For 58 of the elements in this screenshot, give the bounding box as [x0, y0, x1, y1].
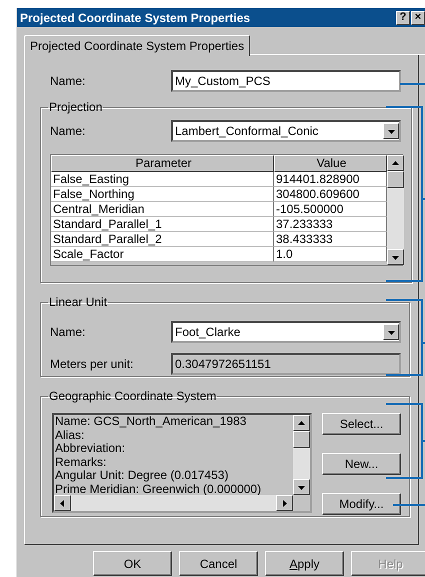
info-text: Abbreviation:	[55, 442, 126, 456]
button[interactable]: Select...	[322, 413, 401, 435]
info-text: Angular Unit: Degree (0.017453)	[55, 469, 230, 482]
leader-line	[393, 504, 425, 506]
group-title: Projection	[48, 100, 104, 114]
column-header[interactable]: Value	[274, 155, 387, 172]
down-arrow-icon	[392, 254, 399, 260]
scroll-left-button[interactable]	[54, 495, 71, 511]
scroll-down-button[interactable]	[387, 249, 404, 265]
button[interactable]: OK	[93, 551, 172, 576]
scroll-up-button[interactable]	[387, 155, 404, 171]
up-arrow-icon	[392, 160, 399, 166]
scrollbar[interactable]	[54, 495, 293, 511]
table-cell: Standard_Parallel_1	[51, 217, 274, 232]
scroll-right-button[interactable]	[276, 495, 293, 511]
window-title: Projected Coordinate System Properties	[20, 10, 250, 24]
button[interactable]: Cancel	[179, 551, 258, 576]
leader-line	[400, 83, 425, 85]
table-cell: Central_Meridian	[51, 202, 274, 217]
info-text: Remarks:	[55, 456, 108, 469]
button[interactable]: New...	[322, 453, 401, 475]
table-cell: Standard_Parallel_2	[51, 232, 274, 247]
info-text: Alias:	[55, 428, 86, 442]
table-cell: Scale_Factor	[51, 247, 274, 262]
scrollbar[interactable]	[293, 415, 310, 495]
scroll-thumb[interactable]	[387, 171, 404, 188]
tab[interactable]: Projected Coordinate System Properties	[24, 35, 250, 56]
info-text: Name: GCS_North_American_1983	[55, 415, 248, 428]
left-arrow-icon	[59, 500, 66, 506]
down-arrow-icon	[388, 328, 394, 336]
field-label: Name:	[50, 74, 86, 88]
meters-field: 0.3047972651151	[171, 353, 401, 375]
scrollbar[interactable]	[387, 155, 404, 265]
scroll-thumb[interactable]	[293, 431, 310, 448]
scroll-up-button[interactable]	[293, 415, 310, 431]
dropdown-button[interactable]	[383, 324, 399, 340]
button[interactable]: Apply	[265, 551, 344, 576]
up-arrow-icon	[298, 420, 305, 426]
right-arrow-icon	[281, 500, 288, 506]
close-button[interactable]: ×	[411, 10, 425, 24]
help-button[interactable]: ?	[396, 10, 410, 24]
field-label: Name:	[50, 325, 86, 339]
table-cell: False_Northing	[51, 187, 274, 202]
down-arrow-icon	[298, 484, 305, 490]
column-header[interactable]: Parameter	[51, 155, 274, 172]
scroll-down-button[interactable]	[293, 479, 310, 495]
dropdown-button[interactable]	[383, 123, 399, 139]
group-title: Geographic Coordinate System	[48, 389, 218, 403]
group-title: Linear Unit	[48, 295, 108, 309]
button[interactable]: Modify...	[322, 493, 401, 515]
dropdown[interactable]: Lambert_Conformal_Conic	[171, 120, 401, 142]
info-text: Prime Meridian: Greenwich (0.000000)	[55, 482, 262, 496]
field-label: Name:	[50, 124, 86, 138]
down-arrow-icon	[388, 128, 394, 134]
field-label: Meters per unit:	[50, 357, 134, 371]
table-cell: False_Easting	[51, 172, 274, 187]
name-field[interactable]: My_Custom_PCS	[171, 70, 401, 92]
dropdown[interactable]: Foot_Clarke	[171, 321, 401, 343]
